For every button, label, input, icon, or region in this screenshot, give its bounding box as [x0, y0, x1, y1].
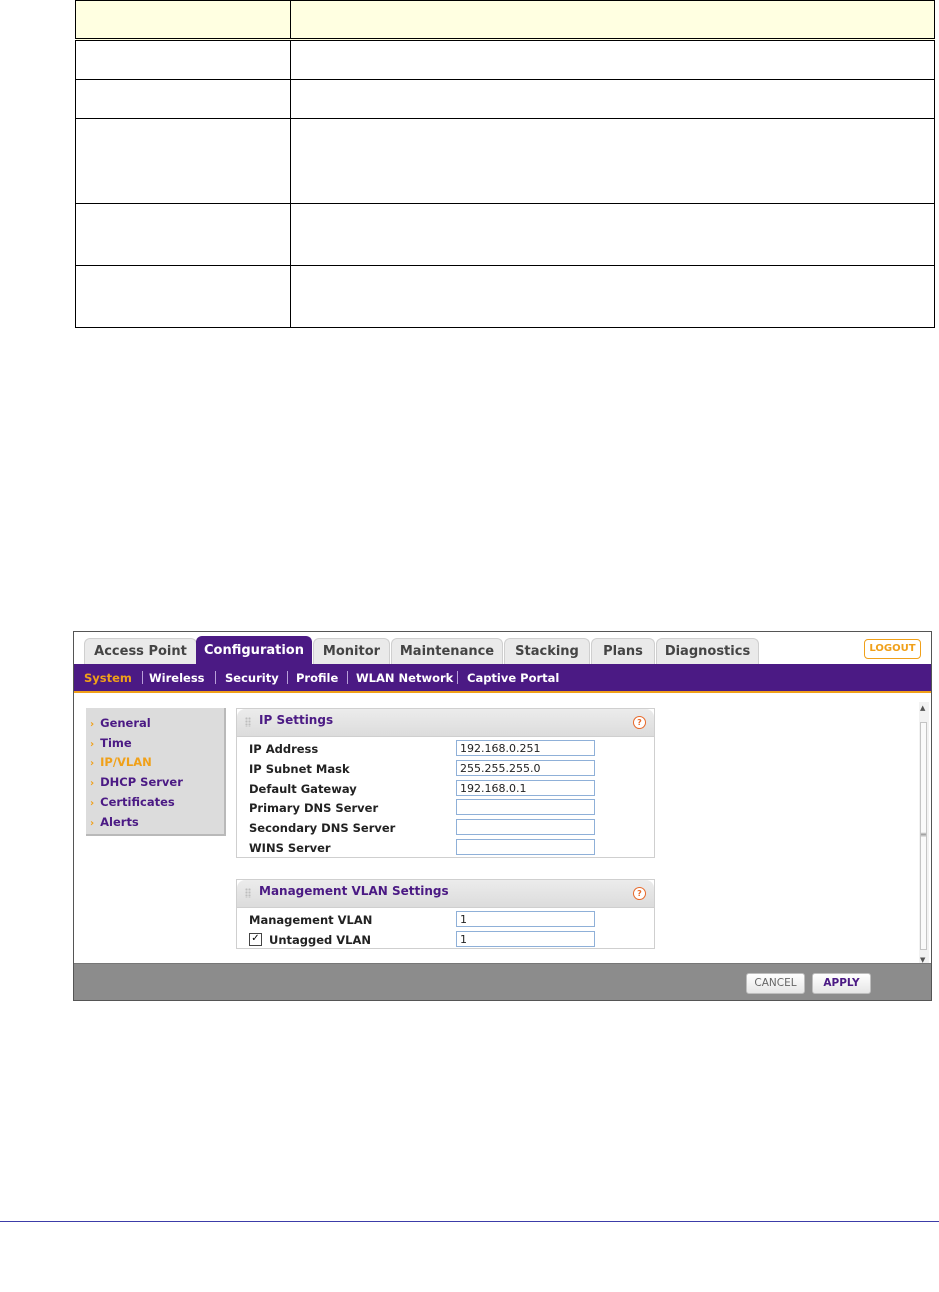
- sidebar-item-dhcp-server[interactable]: › DHCP Server: [90, 775, 183, 789]
- table-header-row: [75, 0, 935, 41]
- table-row: [75, 203, 935, 266]
- ip-address-input[interactable]: 192.168.0.251: [456, 740, 595, 756]
- cancel-button[interactable]: CANCEL: [746, 973, 805, 994]
- tab-access-point[interactable]: Access Point: [84, 638, 197, 665]
- field-label: Management VLAN: [249, 913, 373, 927]
- tab-stacking[interactable]: Stacking: [504, 638, 590, 665]
- field-label: IP Subnet Mask: [249, 762, 350, 776]
- panel-header: IP Settings ?: [237, 709, 654, 737]
- footer-bar: CANCEL APPLY: [74, 963, 931, 1000]
- tab-plans[interactable]: Plans: [591, 638, 655, 665]
- chevron-right-icon: ›: [90, 818, 95, 829]
- management-vlan-panel: Management VLAN Settings ? Management VL…: [236, 879, 655, 949]
- tab-configuration[interactable]: Configuration: [196, 636, 312, 665]
- subnav-captive-portal[interactable]: Captive Portal: [467, 671, 559, 685]
- field-label: Secondary DNS Server: [249, 821, 396, 835]
- sidebar-item-label: General: [100, 716, 151, 730]
- field-label: Primary DNS Server: [249, 801, 379, 815]
- subnav-security[interactable]: Security: [225, 671, 279, 685]
- tab-diagnostics[interactable]: Diagnostics: [656, 638, 759, 665]
- chevron-right-icon: ›: [90, 719, 95, 730]
- subnav-system[interactable]: System: [84, 671, 132, 685]
- subnav-separator: [457, 671, 458, 684]
- untagged-vlan-checkbox[interactable]: ✓: [249, 933, 262, 946]
- management-vlan-row: Management VLAN 1: [249, 911, 649, 929]
- secondary-dns-row: Secondary DNS Server: [249, 819, 649, 837]
- field-label: Untagged VLAN: [269, 933, 372, 947]
- chevron-right-icon: ›: [90, 778, 95, 789]
- main-tab-bar: Access Point Configuration Monitor Maint…: [74, 632, 931, 665]
- secondary-dns-input[interactable]: [456, 819, 595, 835]
- help-icon[interactable]: ?: [633, 716, 646, 729]
- tab-monitor[interactable]: Monitor: [313, 638, 390, 665]
- sidebar-item-label: Time: [100, 736, 132, 750]
- sidebar-item-label: Certificates: [100, 795, 175, 809]
- management-vlan-input[interactable]: 1: [456, 911, 595, 927]
- untagged-vlan-input[interactable]: 1: [456, 931, 595, 947]
- default-gateway-input[interactable]: 192.168.0.1: [456, 780, 595, 796]
- page-footer-rule: [0, 1221, 939, 1222]
- help-icon[interactable]: ?: [633, 887, 646, 900]
- untagged-vlan-row: ✓ Untagged VLAN 1: [249, 931, 649, 949]
- sidebar-item-time[interactable]: › Time: [90, 736, 132, 750]
- subnet-mask-input[interactable]: 255.255.255.0: [456, 760, 595, 776]
- panel-header: Management VLAN Settings ?: [237, 880, 654, 908]
- scroll-up-arrow-icon[interactable]: ▲: [920, 704, 925, 712]
- panel-title: Management VLAN Settings: [259, 884, 449, 898]
- sidebar-menu: › General › Time › IP/VLAN › DHCP Server › Ce…: [86, 708, 226, 836]
- field-label: IP Address: [249, 742, 319, 756]
- ip-settings-panel: IP Settings ? IP Address 192.168.0.251 I…: [236, 708, 655, 858]
- logout-button[interactable]: LOGOUT: [864, 639, 921, 659]
- primary-dns-row: Primary DNS Server: [249, 799, 649, 817]
- default-gateway-row: Default Gateway 192.168.0.1: [249, 780, 649, 798]
- panel-title: IP Settings: [259, 713, 334, 727]
- table-row: [75, 79, 935, 119]
- subnav-separator: [142, 671, 143, 684]
- subnav-separator: [287, 671, 288, 684]
- table-row: [75, 265, 935, 328]
- sidebar-item-label: DHCP Server: [100, 775, 183, 789]
- document-table: [75, 0, 935, 328]
- vertical-scrollbar[interactable]: ▲ ≡ ▼: [919, 702, 929, 966]
- subnet-mask-row: IP Subnet Mask 255.255.255.0: [249, 760, 649, 778]
- subnav-profile[interactable]: Profile: [296, 671, 338, 685]
- subnav-separator: [347, 671, 348, 684]
- wins-server-row: WINS Server: [249, 839, 649, 857]
- chevron-right-icon: ›: [90, 758, 95, 769]
- drag-grip-icon: [245, 888, 251, 898]
- field-label: WINS Server: [249, 841, 331, 855]
- sidebar-item-general[interactable]: › General: [90, 716, 151, 730]
- sidebar-item-label: IP/VLAN: [100, 755, 152, 769]
- field-label: Default Gateway: [249, 782, 357, 796]
- config-screenshot: Access Point Configuration Monitor Maint…: [73, 631, 932, 1001]
- primary-dns-input[interactable]: [456, 799, 595, 815]
- sidebar-item-certificates[interactable]: › Certificates: [90, 795, 175, 809]
- chevron-right-icon: ›: [90, 798, 95, 809]
- subnav-wlan-network[interactable]: WLAN Network: [356, 671, 453, 685]
- ip-address-row: IP Address 192.168.0.251: [249, 740, 649, 758]
- apply-button[interactable]: APPLY: [812, 973, 871, 994]
- drag-grip-icon: [245, 717, 251, 727]
- subnav-separator: [215, 671, 216, 684]
- sidebar-item-ip-vlan[interactable]: › IP/VLAN: [90, 755, 152, 769]
- tab-maintenance[interactable]: Maintenance: [391, 638, 503, 665]
- table-row: [75, 39, 935, 80]
- subnav-wireless[interactable]: Wireless: [149, 671, 205, 685]
- sub-navigation: System Wireless Security Profile WLAN Ne…: [74, 664, 931, 693]
- sidebar-item-label: Alerts: [100, 815, 139, 829]
- chevron-right-icon: ›: [90, 739, 95, 750]
- sidebar-item-alerts[interactable]: › Alerts: [90, 815, 139, 829]
- wins-server-input[interactable]: [456, 839, 595, 855]
- scroll-grip-icon: ≡: [920, 830, 927, 839]
- table-row: [75, 118, 935, 204]
